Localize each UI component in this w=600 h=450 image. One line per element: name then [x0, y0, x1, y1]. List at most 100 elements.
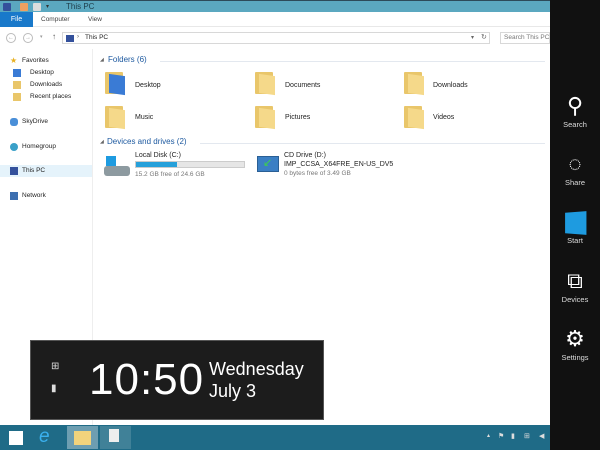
collapse-icon[interactable]: ◢: [100, 57, 104, 63]
taskbar: e ▴ ⚑ ▮ ⊞ ◀: [0, 425, 550, 450]
show-hidden-icons[interactable]: ▴: [487, 432, 490, 439]
nav-skydrive[interactable]: SkyDrive: [0, 116, 92, 128]
drives-header[interactable]: Devices and drives (2): [107, 137, 187, 146]
network-icon[interactable]: ⊞: [524, 432, 530, 440]
drive-free-space: 0 bytes free of 3.49 GB: [284, 170, 351, 177]
up-button[interactable]: ↑: [52, 32, 56, 41]
app-icon: [3, 3, 11, 11]
customize-dropdown-icon[interactable]: ▾: [46, 3, 49, 10]
nav-label: This PC: [22, 167, 46, 174]
charm-devices[interactable]: ⧉ Devices: [550, 267, 600, 304]
address-dropdown-icon[interactable]: ▾: [471, 34, 474, 41]
folders-header[interactable]: Folders (6): [108, 55, 147, 64]
power-icon[interactable]: ▮: [511, 432, 515, 440]
tab-view[interactable]: View: [83, 14, 107, 26]
charm-search[interactable]: ⚲ Search: [550, 92, 600, 129]
forward-button[interactable]: →: [23, 33, 33, 43]
address-bar-row: ← → ▾ ↑ › This PC ▾ ↻ Search This PC: [0, 27, 550, 49]
network-icon: ⊞: [51, 361, 60, 372]
clock-day: Wednesday: [209, 359, 304, 379]
charm-label: Start: [567, 236, 583, 245]
file-explorer-button[interactable]: [67, 426, 98, 449]
drive-label: IMP_CCSA_X64FRE_EN-US_DV5: [284, 161, 394, 168]
charm-label: Devices: [561, 295, 589, 304]
drive-usage-fill: [136, 162, 178, 167]
cd-drive-icon: ↙: [257, 156, 279, 172]
nav-label: Recent places: [30, 93, 72, 100]
search-input[interactable]: Search This PC: [500, 32, 550, 44]
star-icon: ★: [10, 56, 18, 65]
charm-label: Settings: [561, 353, 589, 362]
nav-this-pc[interactable]: This PC: [0, 165, 92, 177]
charm-label: Search: [563, 120, 587, 129]
homegroup-icon: [10, 143, 18, 151]
properties-icon[interactable]: [20, 3, 28, 11]
window-title: This PC: [66, 2, 95, 11]
drive-name: CD Drive (D:): [284, 152, 326, 159]
internet-explorer-button[interactable]: e: [34, 426, 65, 449]
nav-label: Network: [22, 192, 46, 199]
folder-label: Videos: [433, 114, 455, 121]
charm-share[interactable]: ◌ Share: [550, 150, 600, 187]
share-icon: ◌: [568, 151, 582, 176]
charm-label: Share: [564, 178, 585, 187]
gear-icon: ⚙: [565, 326, 585, 351]
recent-locations-icon[interactable]: ▾: [40, 34, 43, 40]
folder-label: Desktop: [135, 82, 161, 89]
tab-file[interactable]: File: [0, 12, 33, 27]
nav-favorites[interactable]: ★ Favorites: [0, 55, 92, 67]
tab-computer[interactable]: Computer: [36, 14, 75, 26]
drive-c[interactable]: Local Disk (C:) 15.2 GB free of 24.6 GB: [104, 152, 249, 180]
nav-recent-places[interactable]: Recent places: [0, 91, 92, 103]
drive-d[interactable]: ↙ CD Drive (D:) IMP_CCSA_X64FRE_EN-US_DV…: [255, 152, 405, 180]
charm-settings[interactable]: ⚙ Settings: [550, 325, 600, 362]
new-folder-icon[interactable]: [33, 3, 41, 11]
folder-label: Downloads: [433, 82, 468, 89]
windows-logo-icon: [550, 208, 600, 236]
volume-icon[interactable]: ◀: [539, 432, 544, 440]
recent-places-icon: [13, 93, 21, 101]
nav-label: Favorites: [22, 57, 49, 64]
desktop-icon: [13, 69, 21, 77]
app-taskbar-button[interactable]: [100, 426, 131, 449]
folder-label: Documents: [285, 82, 321, 89]
back-button[interactable]: ←: [6, 33, 16, 43]
clock-date: July 3: [209, 381, 257, 401]
devices-icon: ⧉: [567, 268, 583, 293]
windows-logo-icon: [9, 431, 23, 445]
title-bar: ▾ This PC: [0, 0, 550, 12]
flag-icon[interactable]: ⚑: [498, 432, 504, 440]
nav-label: Downloads: [30, 81, 63, 88]
charms-bar: ⚲ Search ◌ Share Start ⧉ Devices ⚙ Settings: [550, 0, 600, 450]
nav-downloads[interactable]: Downloads: [0, 79, 92, 91]
folder-icon: [74, 431, 91, 445]
charm-start[interactable]: Start: [550, 208, 600, 245]
network-icon: [10, 192, 18, 200]
nav-homegroup[interactable]: Homegroup: [0, 141, 92, 153]
ie-icon: e: [39, 426, 50, 447]
ribbon: File Computer View: [0, 12, 550, 27]
power-icon: ▮: [51, 383, 57, 394]
folder-label: Pictures: [285, 114, 311, 121]
nav-desktop[interactable]: Desktop: [0, 67, 92, 79]
divider: [200, 143, 545, 144]
start-button[interactable]: [3, 426, 34, 449]
nav-label: SkyDrive: [22, 118, 49, 125]
skydrive-icon: [10, 118, 18, 126]
document-icon: [109, 429, 119, 442]
downloads-icon: [13, 81, 21, 89]
drive-usage-bar: [135, 161, 245, 168]
search-icon: ⚲: [566, 93, 584, 118]
collapse-icon[interactable]: ◢: [100, 139, 104, 145]
divider: [160, 61, 545, 62]
nav-network[interactable]: Network: [0, 190, 92, 202]
refresh-icon[interactable]: ↻: [481, 33, 487, 41]
folder-label: Music: [135, 114, 154, 121]
nav-label: Desktop: [30, 69, 54, 76]
windows-logo-icon: [106, 156, 116, 166]
drive-name: Local Disk (C:): [135, 152, 181, 159]
drive-free-space: 15.2 GB free of 24.6 GB: [135, 171, 205, 178]
address-input[interactable]: › This PC ▾ ↻: [62, 32, 490, 44]
nav-label: Homegroup: [22, 143, 56, 150]
clock-overlay: ⊞ ▮ 10:50 Wednesday July 3: [30, 340, 324, 420]
